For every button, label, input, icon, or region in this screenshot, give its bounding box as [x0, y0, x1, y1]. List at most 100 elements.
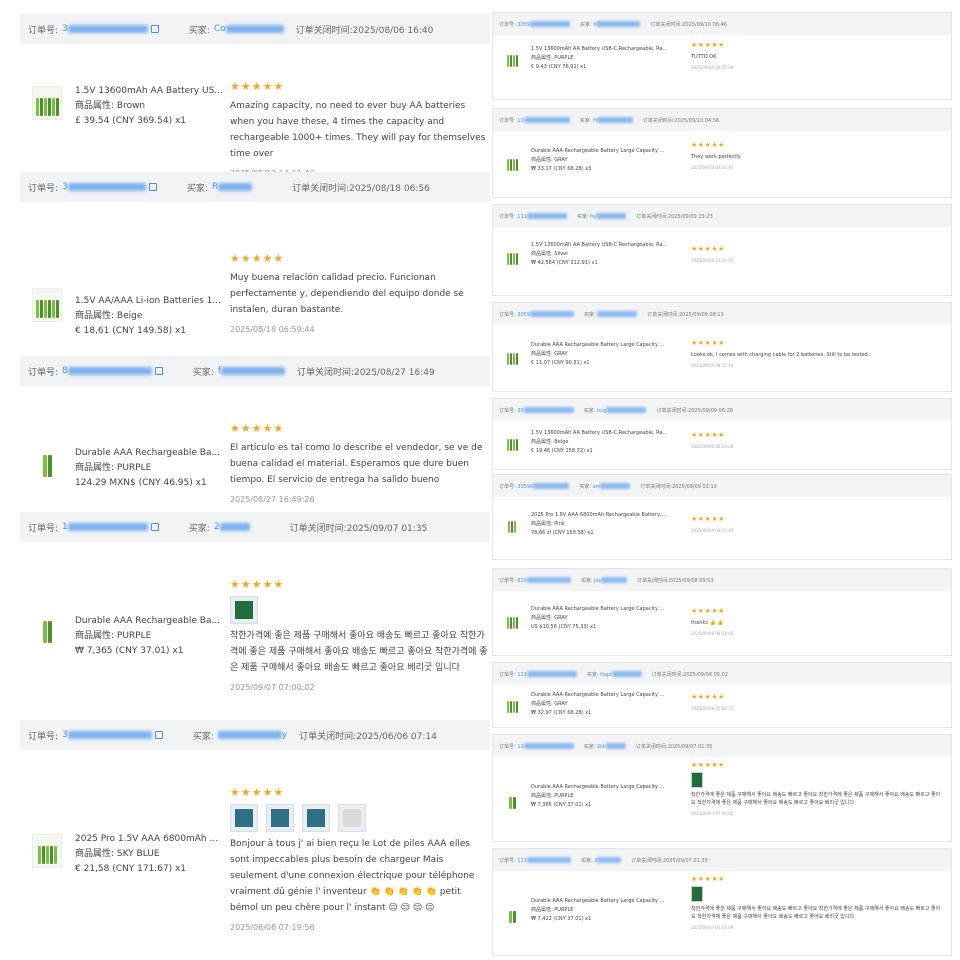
order-header: 订单号: 11 买家: 2kk 订单关闭时间:2025/09/07 01:35 — [493, 735, 951, 757]
product-title[interactable]: Durable AAA Rechargeable Battery Large C… — [531, 783, 679, 792]
product-thumbnail[interactable] — [503, 153, 521, 171]
order-header: 订单号: 111 买家: hy 订单关闭时间:2025/09/09 23:23 — [493, 205, 951, 227]
order-no-label: 订单号: — [499, 213, 516, 220]
order-header: 订单号: 30594 买家: am 订单关闭时间:2025/09/09 03:1… — [493, 475, 951, 497]
close-time: 订单关闭时间:2025/09/07 01:35 — [635, 743, 713, 750]
product-title[interactable]: Durable AAA Rechargeable Ba... — [75, 614, 225, 629]
product-thumbnail[interactable] — [503, 905, 521, 923]
buyer-name[interactable]: y — [282, 730, 287, 740]
buyer-label: 买家: — [580, 21, 592, 28]
order-no[interactable]: 8 — [62, 366, 68, 376]
order-no[interactable]: 3059 — [517, 312, 530, 318]
product-title[interactable]: Durable AAA Rechargeable Battery Large C… — [531, 605, 679, 614]
review-photo[interactable] — [302, 804, 330, 832]
product-thumbnail[interactable] — [503, 791, 521, 809]
order-no[interactable]: 820 — [517, 578, 527, 584]
product-thumbnail[interactable] — [32, 834, 62, 868]
order-no[interactable]: 11 — [517, 744, 523, 750]
product-thumbnail[interactable] — [32, 612, 62, 646]
order-no[interactable]: 11 — [517, 118, 523, 124]
review-date: 2025/09/09 03:15:49 — [691, 528, 734, 533]
order-card: 订单号: 1 买家: 2 订单关闭时间:2025/09/07 01:35 Dur… — [20, 512, 490, 712]
product-title[interactable]: Durable AAA Rechargeable Battery Large C… — [531, 897, 679, 906]
review-photo[interactable] — [691, 886, 703, 902]
product-price: € 18,61 (CNY 149.58) x1 — [75, 326, 187, 336]
review-photo[interactable] — [230, 804, 258, 832]
buyer-name[interactable]: Co — [214, 24, 226, 34]
product-title[interactable]: 1.5V 13600mAh AA Battery USB-C Rechargea… — [531, 241, 679, 250]
copy-icon[interactable] — [150, 523, 159, 531]
order-no[interactable]: 3 — [62, 24, 68, 34]
copy-icon[interactable] — [154, 367, 163, 375]
product-attribute: 商品属性: Brown — [75, 101, 146, 111]
buyer-label: 买家: — [584, 311, 596, 318]
close-time: 订单关闭时间:2025/09/09 23:23 — [636, 213, 713, 220]
order-no[interactable]: 3059 — [517, 22, 530, 28]
review-text: Looks ok, I comes with charging cable fo… — [691, 352, 870, 358]
order-no[interactable]: 30594 — [517, 484, 533, 490]
buyer-name[interactable]: jos — [594, 578, 601, 584]
product-thumbnail[interactable] — [503, 611, 521, 629]
product-attribute: 商品属性: PURPLE — [531, 907, 574, 913]
order-card: 订单号: 3059 买家: h 订单关闭时间:2025/09/10 06:46 … — [492, 12, 952, 100]
buyer-name[interactable]: am — [592, 484, 600, 490]
product-thumbnail[interactable] — [503, 433, 521, 451]
product-attribute: 商品属性: GRAY — [531, 615, 568, 621]
product-title[interactable]: 1.5V AA/AAA Li-ion Batteries 1... — [75, 294, 225, 309]
product-title[interactable]: 2025 Pro 1.5V AAA 6800mAh Rechargeable B… — [531, 511, 679, 520]
review-photo[interactable] — [338, 804, 366, 832]
product-thumbnail[interactable] — [32, 288, 62, 322]
review-date: 2025/09/07 07:00:02 — [691, 811, 734, 816]
product-price: 124.29 MXN$ (CNY 46.95) x1 — [75, 478, 207, 488]
close-time: 订单关闭时间:2025/08/27 16:49 — [297, 367, 435, 378]
copy-icon[interactable] — [148, 183, 157, 191]
order-no-label: 订单号: — [499, 311, 516, 318]
product-thumbnail[interactable] — [503, 695, 521, 713]
order-no[interactable]: 3 — [62, 182, 68, 192]
buyer-name[interactable]: Hapi — [600, 672, 611, 678]
order-no[interactable]: 111 — [517, 214, 527, 220]
product-title[interactable]: Durable AAA Rechargeable Battery Large C… — [531, 147, 679, 156]
product-title[interactable]: Durable AAA Rechargeable Ba... — [75, 446, 225, 461]
product-thumbnail[interactable] — [503, 515, 521, 533]
order-no[interactable]: 30 — [517, 408, 523, 414]
order-no-label: 订单号: — [499, 857, 516, 864]
review-text: 착한가격에 좋은 제품 구매해서 좋아요 배송도 빠르고 좋아요 착한가격에 좋… — [691, 906, 941, 920]
buyer-name[interactable]: 2 — [214, 522, 220, 532]
product-thumbnail[interactable] — [503, 247, 521, 265]
order-no[interactable]: 3 — [62, 730, 68, 740]
order-card: 订单号: 820 买家: jos 订单关闭时间:2025/09/08 09:53… — [492, 568, 952, 656]
product-thumbnail[interactable] — [32, 86, 62, 120]
order-card: 订单号: 3059 买家: 订单关闭时间:2025/09/09 08:13 Du… — [492, 302, 952, 392]
order-header: 订单号: 11 买家: H 订单关闭时间:2025/09/10 04:56 — [493, 109, 951, 131]
product-thumbnail[interactable] — [503, 49, 521, 67]
review-photo[interactable] — [230, 596, 258, 624]
product-title[interactable]: 1.5V 13600mAh AA Battery USB-C Rechargea… — [531, 45, 679, 54]
order-no-label: 订单号: — [28, 183, 59, 194]
review-photo[interactable] — [266, 804, 294, 832]
order-no[interactable]: 111 — [517, 672, 527, 678]
product-title[interactable]: 1.5V 13600mAh AA Battery US... — [75, 84, 225, 99]
copy-icon[interactable] — [154, 731, 163, 739]
close-time: 订单关闭时间:2025/06/06 07:14 — [299, 731, 437, 742]
buyer-name[interactable]: 2kk — [597, 744, 606, 750]
product-title[interactable]: 2025 Pro 1.5V AAA 6800mAh ... — [75, 832, 225, 847]
order-no[interactable]: 1 — [62, 522, 68, 532]
product-title[interactable]: 1.5V 13600mAh AA Battery USB-C Rechargea… — [531, 429, 679, 438]
rating-stars: ★★★★★ — [230, 422, 285, 435]
product-title[interactable]: Durable AAA Rechargeable Battery Large C… — [531, 691, 679, 700]
order-no[interactable]: 111 — [517, 858, 527, 864]
copy-icon[interactable] — [150, 25, 159, 33]
product-attribute: 商品属性: GRAY — [531, 351, 568, 357]
product-attribute: 商品属性: Beige — [75, 311, 143, 321]
review-photo[interactable] — [691, 772, 703, 788]
product-price: £ 39.54 (CNY 369.54) x1 — [75, 116, 187, 126]
product-thumbnail[interactable] — [503, 347, 521, 365]
product-attribute: 商品属性: PURPLE — [531, 793, 574, 799]
buyer-name[interactable]: hug — [597, 408, 607, 414]
buyer-label: 买家: — [576, 213, 589, 220]
buyer-label: 买家: — [192, 731, 214, 742]
product-thumbnail[interactable] — [32, 446, 62, 480]
product-title[interactable]: Durable AAA Rechargeable Battery Large C… — [531, 341, 679, 350]
rating-stars: ★★★★★ — [230, 578, 285, 591]
